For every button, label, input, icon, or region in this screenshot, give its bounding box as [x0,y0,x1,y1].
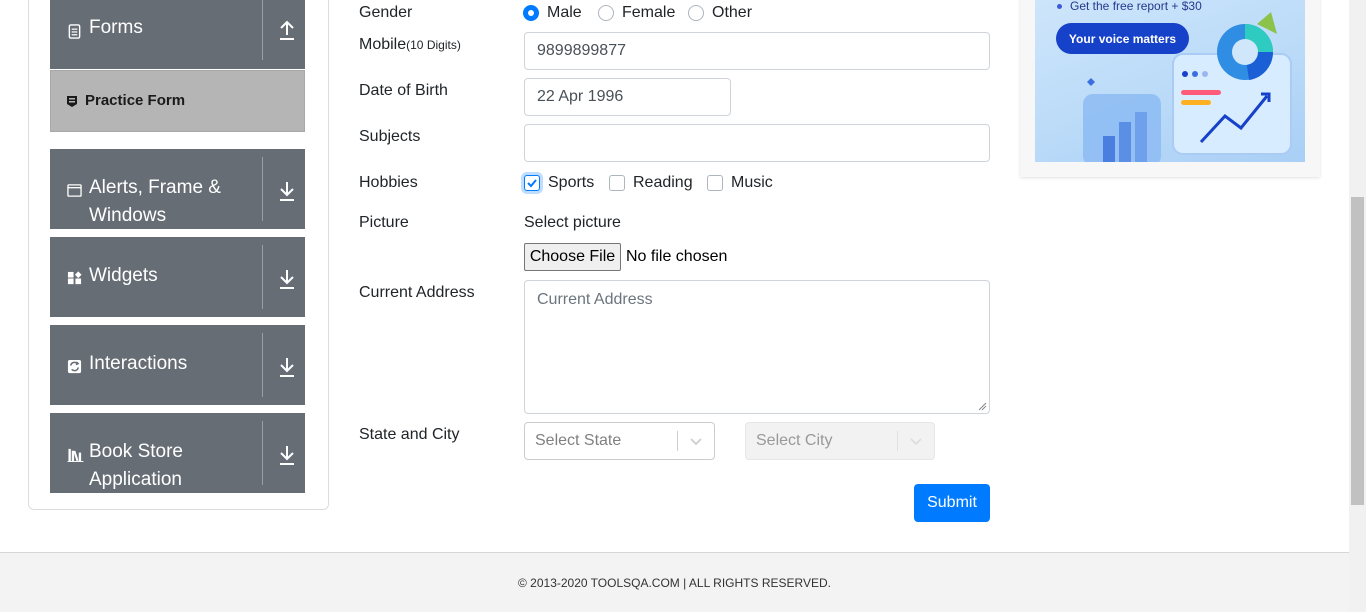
choose-file-button[interactable]: Choose File [524,243,621,271]
gender-radio-other[interactable]: Other [688,4,752,22]
dob-label: Date of Birth [359,82,448,99]
checkbox-label[interactable]: Music [731,174,773,192]
hobby-checkbox-music[interactable]: Music [707,174,773,192]
footer: © 2013-2020 TOOLSQA.COM | ALL RIGHTS RES… [0,552,1349,612]
dob-input[interactable]: 22 Apr 1996 [524,78,731,116]
sidebar-item-label: Practice Form [85,92,186,109]
footer-copyright: © 2013-2020 TOOLSQA.COM | ALL RIGHTS RES… [518,576,831,590]
sidebar-group-label: Book Store [89,441,183,462]
gender-radio-male[interactable]: Male [523,4,582,22]
checkbox[interactable] [609,175,625,191]
sidebar-group-label: Interactions [89,353,188,374]
arrow-up-icon[interactable] [278,19,296,41]
hobby-checkbox-sports[interactable]: Sports [524,174,594,192]
hobbies-label: Hobbies [359,174,418,191]
sidebar-item-practice-form[interactable]: Practice Form [50,70,305,132]
form-icon [67,96,77,107]
page: Forms Practice Form Alerts, Frame & Wind… [0,0,1366,612]
mobile-label-text: Mobile [359,36,407,53]
subjects-input[interactable] [524,124,990,162]
city-placeholder: Select City [756,432,833,449]
address-placeholder: Current Address [537,291,653,308]
checkmark-icon [527,179,537,188]
radio-button[interactable] [523,5,539,21]
sidebar-group-label-line2: Windows [89,205,167,226]
scrollbar-thumb[interactable] [1351,197,1364,505]
sidebar-divider [262,157,263,221]
arrow-down-icon[interactable] [278,356,296,378]
document-icon [68,24,81,39]
arrow-down-icon[interactable] [278,444,296,466]
gender-radio-female[interactable]: Female [598,4,675,22]
arrow-down-icon[interactable] [278,180,296,202]
ad-cta-button[interactable]: Your voice matters [1056,23,1189,54]
picture-label: Picture [359,214,409,231]
sidebar-divider [262,0,263,60]
sidebar-group-label-line2: Application [89,469,182,490]
chevron-down-icon[interactable] [898,431,934,451]
mobile-input-value: 9899899877 [537,42,626,59]
select-picture-caption: Select picture [524,214,621,231]
radio-label[interactable]: Other [712,4,752,22]
sidebar-group-widgets[interactable]: Widgets [50,237,305,317]
books-icon [67,448,84,462]
chevron-down-icon[interactable] [678,431,714,451]
checkbox[interactable] [707,175,723,191]
mobile-label: Mobile(10 Digits) [359,36,461,54]
submit-button[interactable]: Submit [914,484,990,522]
state-city-label: State and City [359,426,460,443]
address-label: Current Address [359,284,475,301]
sidebar-group-label: Forms [89,17,143,38]
radio-label[interactable]: Male [547,4,582,22]
window-icon [67,184,82,197]
ad-bullet [1057,4,1062,9]
radio-button[interactable] [598,5,614,21]
mobile-input[interactable]: 9899899877 [524,32,990,70]
dob-input-value: 22 Apr 1996 [537,88,624,105]
checkbox-label[interactable]: Reading [633,174,693,192]
subjects-label: Subjects [359,128,421,145]
sidebar-divider [262,421,263,485]
checkbox-label[interactable]: Sports [548,174,594,192]
radio-label[interactable]: Female [622,4,675,22]
checkbox[interactable] [524,175,540,191]
ad-text: Get the free report + $30 [1070,0,1202,13]
gender-label: Gender [359,4,413,21]
resize-grip-icon[interactable] [978,402,987,411]
state-placeholder: Select State [535,432,622,449]
sidebar-group-forms[interactable]: Forms [50,0,305,69]
city-select[interactable]: Select City [745,422,935,460]
radio-button[interactable] [688,5,704,21]
sidebar-group-interactions[interactable]: Interactions [50,325,305,405]
interactions-icon [67,359,82,374]
mobile-hint: (10 Digits) [406,38,461,52]
state-select[interactable]: Select State [524,422,715,460]
sidebar-divider [262,245,263,309]
sidebar-group-label: Widgets [89,265,158,286]
sidebar-group-book-store[interactable]: Book Store Application [50,413,305,493]
file-status: No file chosen [626,248,728,265]
sidebar-group-alerts[interactable]: Alerts, Frame & Windows [50,149,305,229]
widgets-icon [67,271,82,285]
current-address-textarea[interactable]: Current Address [524,280,990,414]
advertisement[interactable]: Get the free report + $30 Your voice mat… [1035,0,1305,162]
arrow-down-icon[interactable] [278,268,296,290]
sidebar-divider [262,333,263,397]
sidebar-group-label: Alerts, Frame & [89,177,221,198]
hobby-checkbox-reading[interactable]: Reading [609,174,693,192]
